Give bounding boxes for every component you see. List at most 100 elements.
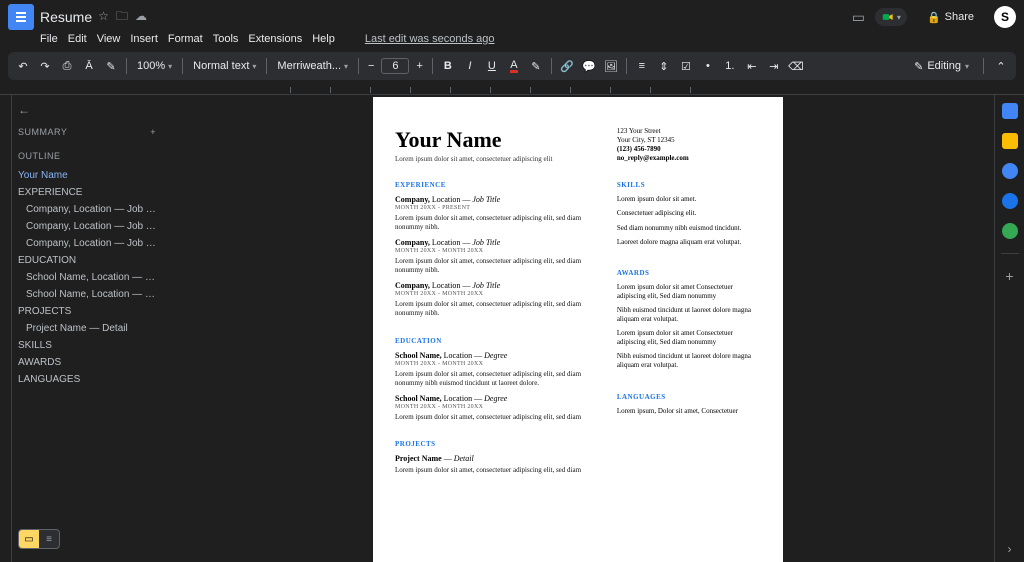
menu-file[interactable]: File [40,33,58,45]
skill-line[interactable]: Lorem ipsum dolor sit amet. [617,195,761,204]
cloud-status-icon[interactable]: ☁ [135,9,147,23]
menu-insert[interactable]: Insert [130,33,158,45]
clear-formatting-icon[interactable]: ⌫ [787,57,805,75]
history-icon[interactable]: ▭ [852,9,865,26]
paint-format-icon[interactable]: ✎ [102,57,120,75]
menu-edit[interactable]: Edit [68,33,87,45]
award-line[interactable]: Lorem ipsum dolor sit amet Consectetuer … [617,329,761,347]
underline-icon[interactable]: U [483,57,501,75]
spellcheck-icon[interactable]: Ᾱ [80,57,98,75]
outline-item[interactable]: PROJECTS [18,303,156,320]
tasks-icon[interactable] [1002,163,1018,179]
bold-icon[interactable]: B [439,57,457,75]
increase-indent-icon[interactable]: ⇥ [765,57,783,75]
school-dates[interactable]: MONTH 20XX - MONTH 20XX [395,361,597,367]
document-title[interactable]: Resume [40,9,92,25]
expand-icon[interactable]: ⌃ [992,57,1010,75]
docs-logo-icon[interactable] [8,4,34,30]
vertical-ruler[interactable] [0,95,12,562]
school-desc[interactable]: Lorem ipsum dolor sit amet, consectetuer… [395,370,597,388]
job-dates[interactable]: MONTH 20XX - MONTH 20XX [395,291,597,297]
section-projects[interactable]: PROJECTS [395,440,597,448]
outline-item[interactable]: SKILLS [18,337,156,354]
outline-item[interactable]: School Name, Location — Degr... [18,269,156,286]
outline-item[interactable]: AWARDS [18,354,156,371]
move-icon[interactable]: 🗀 [116,9,128,23]
add-addon-button[interactable]: + [1005,268,1013,284]
award-line[interactable]: Nibh euismod tincidunt ut laoreet dolore… [617,306,761,324]
project-line[interactable]: Project Name — Detail [395,454,597,463]
school-dates[interactable]: MONTH 20XX - MONTH 20XX [395,404,597,410]
font-increase-button[interactable]: + [413,60,425,72]
menu-extensions[interactable]: Extensions [248,33,302,45]
award-line[interactable]: Lorem ipsum dolor sit amet Consectetuer … [617,283,761,301]
font-decrease-button[interactable]: − [365,60,377,72]
align-left-icon[interactable]: ≡ [633,57,651,75]
last-edit-link[interactable]: Last edit was seconds ago [365,33,495,45]
section-education[interactable]: EDUCATION [395,337,597,345]
outline-item[interactable]: School Name, Location — Degr... [18,286,156,303]
add-summary-button[interactable]: + [150,127,156,137]
contacts-icon[interactable] [1002,193,1018,209]
job-dates[interactable]: MONTH 20XX - MONTH 20XX [395,248,597,254]
line-spacing-icon[interactable]: ⇕ [655,57,673,75]
view-print-layout-button[interactable]: ▭ [19,530,39,548]
style-select[interactable]: Normal text▾ [189,59,260,73]
horizontal-ruler[interactable] [0,83,1024,95]
font-select[interactable]: Merriweath...▾ [273,59,352,73]
italic-icon[interactable]: I [461,57,479,75]
keep-icon[interactable] [1002,133,1018,149]
star-icon[interactable]: ☆ [98,9,109,23]
calendar-icon[interactable] [1002,103,1018,119]
print-icon[interactable]: ⎙ [58,57,76,75]
contact-block[interactable]: 123 Your Street Your City, ST 12345 (123… [617,127,761,163]
outline-item[interactable]: Company, Location — Job Title [18,201,156,218]
school-line[interactable]: School Name, Location — Degree [395,394,597,403]
job-line[interactable]: Company, Location — Job Title [395,195,597,204]
outline-item[interactable]: Company, Location — Job Title [18,235,156,252]
numbered-list-icon[interactable]: 1. [721,57,739,75]
outline-item[interactable]: Your Name [18,167,156,184]
job-desc[interactable]: Lorem ipsum dolor sit amet, consectetuer… [395,214,597,232]
zoom-select[interactable]: 100%▾ [133,59,176,73]
languages-text[interactable]: Lorem ipsum, Dolor sit amet, Consectetue… [617,407,761,416]
section-awards[interactable]: AWARDS [617,269,761,277]
award-line[interactable]: Nibh euismod tincidunt ut laoreet dolore… [617,352,761,370]
section-languages[interactable]: LANGUAGES [617,393,761,401]
menu-view[interactable]: View [97,33,121,45]
checklist-icon[interactable]: ☑ [677,57,695,75]
avatar[interactable]: S [994,6,1016,28]
insert-comment-icon[interactable]: 💬 [580,57,598,75]
view-compact-button[interactable]: ≡ [39,530,59,548]
outline-item[interactable]: LANGUAGES [18,371,156,388]
job-dates[interactable]: MONTH 20XX - PRESENT [395,205,597,211]
text-color-icon[interactable]: A [505,57,523,75]
bulleted-list-icon[interactable]: • [699,57,717,75]
outline-back-icon[interactable]: ← [18,103,156,117]
share-button[interactable]: 🔒 Share [917,7,984,28]
resume-tagline[interactable]: Lorem ipsum dolor sit amet, consectetuer… [395,155,597,163]
insert-link-icon[interactable]: 🔗 [558,57,576,75]
job-desc[interactable]: Lorem ipsum dolor sit amet, consectetuer… [395,257,597,275]
section-skills[interactable]: SKILLS [617,181,761,189]
job-line[interactable]: Company, Location — Job Title [395,238,597,247]
outline-item[interactable]: EDUCATION [18,252,156,269]
outline-item[interactable]: Company, Location — Job Title [18,218,156,235]
skill-line[interactable]: Sed diam nonummy nibh euismod tincidunt. [617,224,761,233]
school-line[interactable]: School Name, Location — Degree [395,351,597,360]
job-desc[interactable]: Lorem ipsum dolor sit amet, consectetuer… [395,300,597,318]
job-line[interactable]: Company, Location — Job Title [395,281,597,290]
school-desc[interactable]: Lorem ipsum dolor sit amet, consectetuer… [395,413,597,422]
redo-icon[interactable]: ↷ [36,57,54,75]
skill-line[interactable]: Laoreet dolore magna aliquam erat volutp… [617,238,761,247]
menu-format[interactable]: Format [168,33,203,45]
outline-item[interactable]: Project Name — Detail [18,320,156,337]
menu-help[interactable]: Help [312,33,335,45]
mode-select[interactable]: ✎ Editing ▾ [908,58,975,75]
menu-tools[interactable]: Tools [213,33,239,45]
document-canvas[interactable]: Your Name Lorem ipsum dolor sit amet, co… [162,95,994,562]
decrease-indent-icon[interactable]: ⇤ [743,57,761,75]
section-experience[interactable]: EXPERIENCE [395,181,597,189]
undo-icon[interactable]: ↶ [14,57,32,75]
highlight-icon[interactable]: ✎ [527,57,545,75]
